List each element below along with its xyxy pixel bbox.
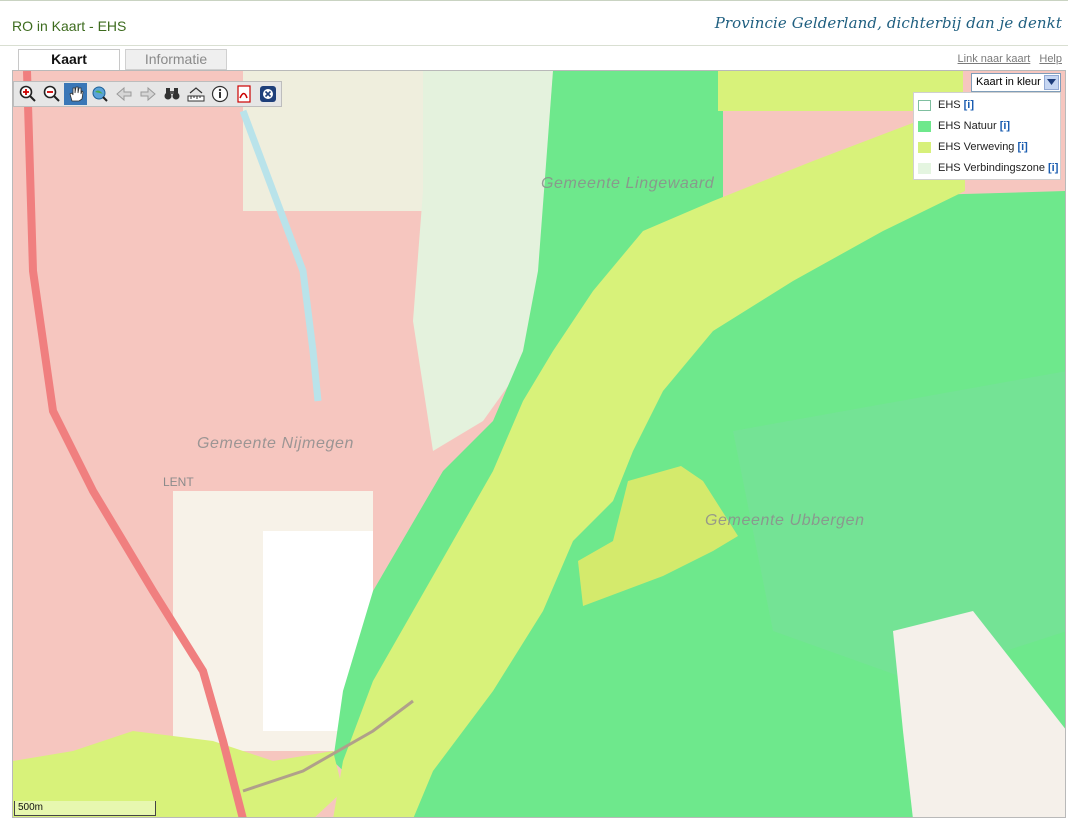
legend-item-natuur: EHS Natuur [i]	[918, 118, 1010, 134]
legend-info-link[interactable]: [i]	[964, 99, 974, 111]
header: RO in Kaart - EHS Provincie Gelderland, …	[0, 0, 1068, 46]
app-title: RO in Kaart - EHS	[12, 18, 127, 34]
help-link[interactable]: Help	[1039, 53, 1062, 65]
legend-swatch	[918, 120, 931, 132]
map-view[interactable]: Gemeente Lingewaard Gemeente Nijmegen Ge…	[12, 70, 1066, 818]
binoculars-icon[interactable]	[160, 83, 183, 105]
link-naar-kaart[interactable]: Link naar kaart	[958, 53, 1031, 65]
label-lingewaard: Gemeente Lingewaard	[541, 175, 715, 192]
legend-label: EHS Verbindingszone	[938, 162, 1046, 174]
legend-info-link[interactable]: [i]	[1048, 162, 1058, 174]
legend-panel: EHS [i] EHS Natuur [i] EHS Verweving [i]…	[913, 92, 1061, 180]
legend-item-verweving: EHS Verweving [i]	[918, 139, 1028, 155]
layer-select[interactable]: Kaart in kleur	[971, 73, 1061, 92]
tab-bar: Kaart Informatie Link naar kaart Help	[0, 46, 1068, 70]
legend-info-link[interactable]: [i]	[1017, 141, 1027, 153]
legend-label: EHS	[938, 99, 961, 111]
legend-item-ehs: EHS [i]	[918, 97, 974, 113]
map-toolbar	[13, 81, 282, 107]
measure-icon[interactable]	[184, 83, 207, 105]
tab-kaart[interactable]: Kaart	[18, 49, 120, 70]
label-lent: LENT	[163, 475, 194, 489]
app-window: RO in Kaart - EHS Provincie Gelderland, …	[0, 0, 1068, 820]
forward-arrow-icon[interactable]	[136, 83, 159, 105]
legend-swatch	[918, 162, 931, 174]
top-links: Link naar kaart Help	[952, 53, 1062, 65]
info-icon[interactable]	[208, 83, 231, 105]
layer-select-value: Kaart in kleur	[976, 76, 1041, 88]
close-circle-icon[interactable]	[256, 83, 279, 105]
legend-swatch	[918, 99, 931, 111]
label-ubbergen: Gemeente Ubbergen	[705, 512, 865, 529]
legend-label: EHS Natuur	[938, 120, 997, 132]
zoom-extent-icon[interactable]	[88, 83, 111, 105]
legend-info-link[interactable]: [i]	[1000, 120, 1010, 132]
chevron-down-icon[interactable]	[1044, 75, 1059, 90]
slogan: Provincie Gelderland, dichterbij dan je …	[714, 14, 1062, 32]
legend-swatch	[918, 141, 931, 153]
zoom-out-icon[interactable]	[40, 83, 63, 105]
pdf-icon[interactable]	[232, 83, 255, 105]
scale-bar: 500m	[14, 801, 156, 816]
back-arrow-icon[interactable]	[112, 83, 135, 105]
tab-informatie[interactable]: Informatie	[125, 49, 227, 70]
zoom-in-icon[interactable]	[16, 83, 39, 105]
legend-item-verbindingszone: EHS Verbindingszone [i]	[918, 160, 1058, 176]
map-canvas[interactable]	[13, 71, 1066, 818]
legend-label: EHS Verweving	[938, 141, 1015, 153]
label-nijmegen: Gemeente Nijmegen	[197, 435, 354, 452]
pan-hand-icon[interactable]	[64, 83, 87, 105]
